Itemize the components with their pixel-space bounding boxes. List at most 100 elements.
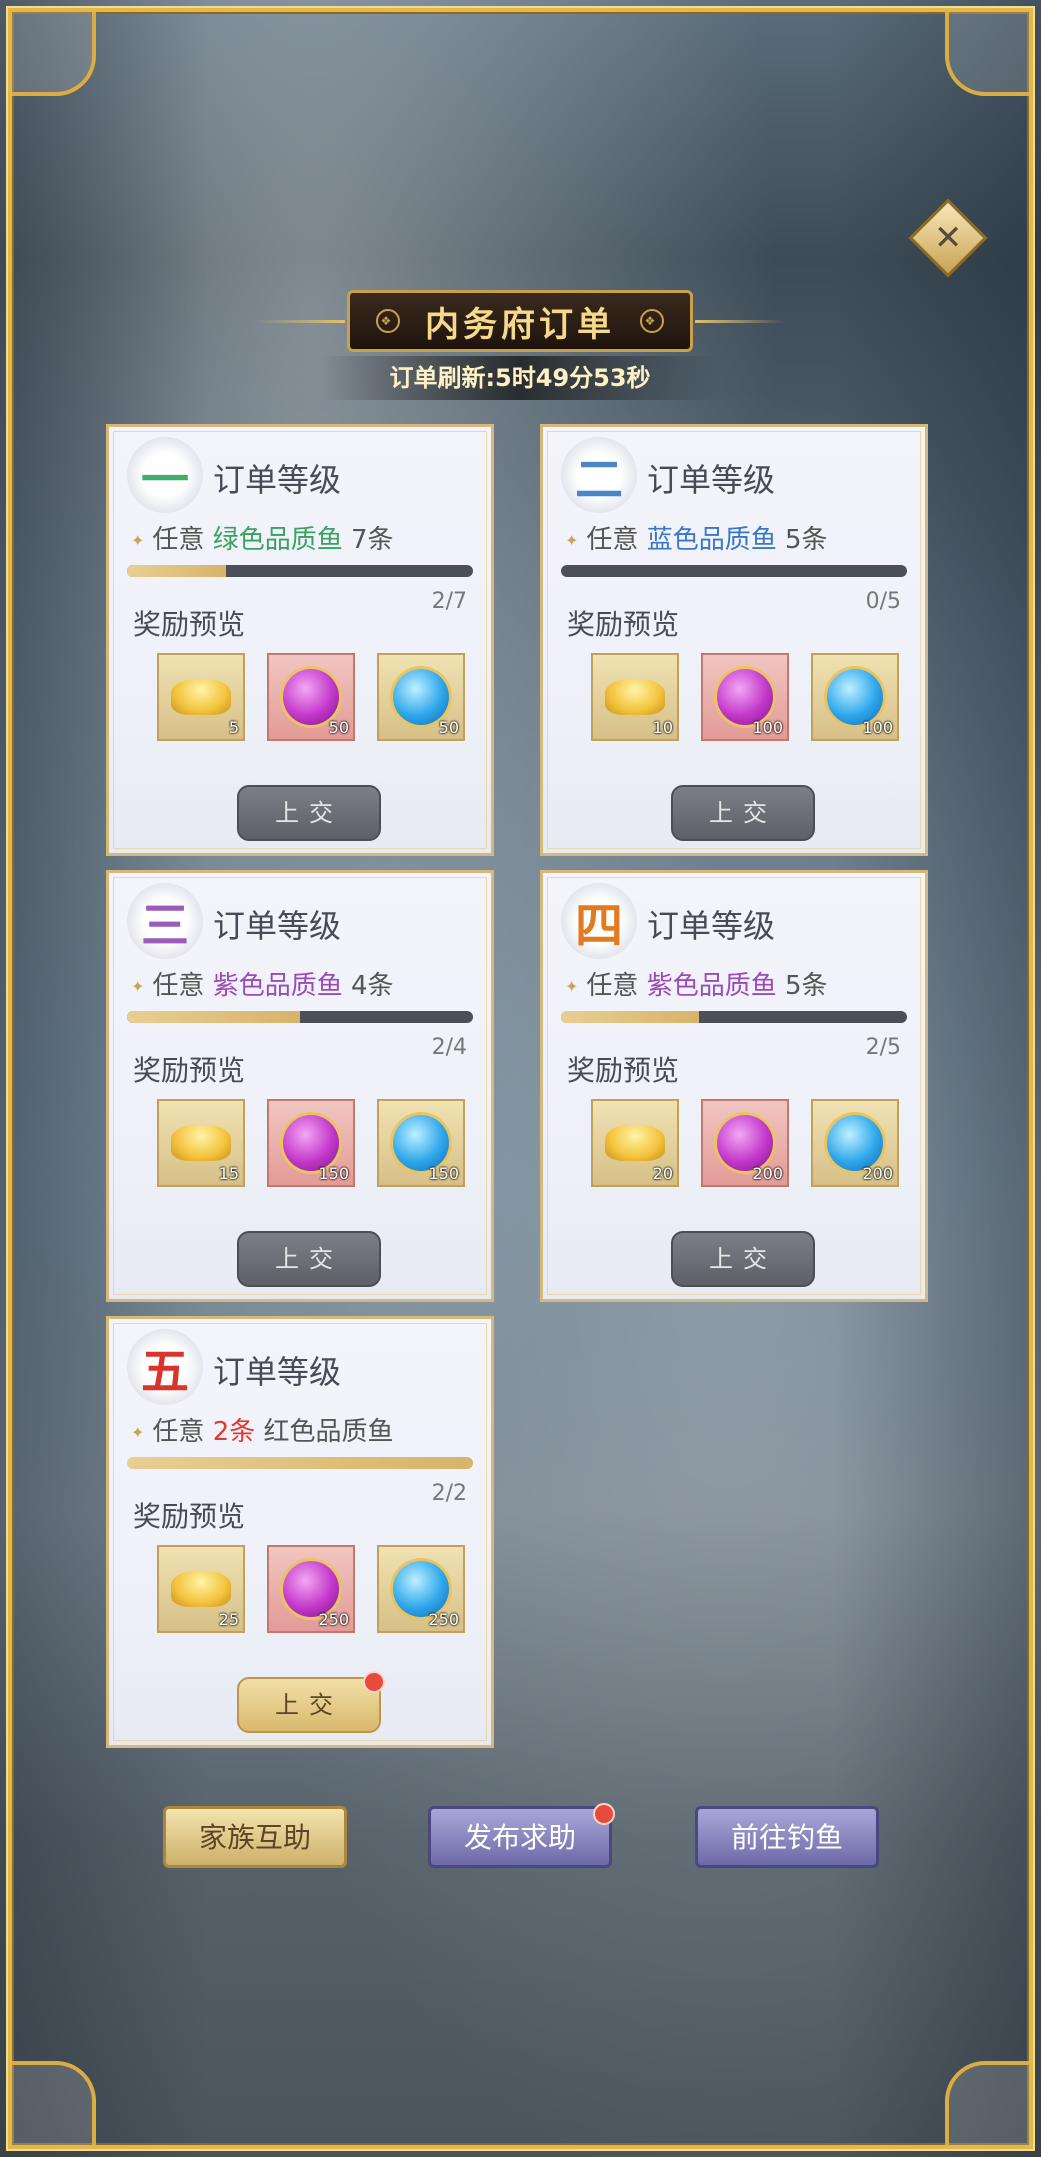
req-quality: 绿色品质鱼 [212, 525, 343, 555]
reward-qty: 50 [438, 718, 459, 737]
order-card: 二 订单等级 ✦ 任意 蓝色品质鱼 5条 奖励预览 0/5 10 100 100 … [540, 424, 928, 856]
submit-button[interactable]: 上交 [671, 785, 815, 841]
reward-qty: 10 [652, 718, 673, 737]
reward-item[interactable]: 100 [811, 653, 899, 741]
title-bar: ❖ 内务府订单 ❖ [255, 290, 785, 352]
corner-ornament [945, 2061, 1029, 2145]
progress-bar [127, 565, 473, 577]
req-quality: 红色品质鱼 [263, 1417, 394, 1447]
reward-item[interactable]: 200 [811, 1099, 899, 1187]
order-card: 一 订单等级 ✦ 任意 绿色品质鱼 7条 奖励预览 2/7 5 50 50 上交 [106, 424, 494, 856]
publish-help-button[interactable]: 发布求助 [428, 1803, 615, 1868]
page-title: 内务府订单 [425, 304, 615, 345]
reward-qty: 150 [428, 1164, 459, 1183]
go-fishing-button[interactable]: 前往钓鱼 [695, 1806, 879, 1868]
gold-ingot-icon [171, 1125, 231, 1161]
star-icon: ✦ [131, 977, 145, 996]
progress-text: 0/5 [865, 589, 901, 614]
reward-item[interactable]: 200 [701, 1099, 789, 1187]
gold-ingot-icon [605, 1125, 665, 1161]
reward-item[interactable]: 20 [591, 1099, 679, 1187]
reward-item[interactable]: 10 [591, 653, 679, 741]
reward-item[interactable]: 250 [267, 1545, 355, 1633]
order-requirement: ✦ 任意 2条 红色品质鱼 [131, 1417, 394, 1447]
reward-list: 5 50 50 [157, 653, 465, 741]
level-seal: 一 [127, 437, 203, 513]
submit-button[interactable]: 上交 [237, 785, 381, 841]
reward-qty: 5 [228, 718, 239, 737]
reward-qty: 25 [218, 1610, 239, 1629]
order-requirement: ✦ 任意 紫色品质鱼 4条 [131, 971, 394, 1001]
level-title: 订单等级 [647, 461, 776, 499]
blue-orb-icon [393, 1115, 449, 1171]
submit-button[interactable]: 上交 [671, 1231, 815, 1287]
progress-text: 2/5 [865, 1035, 901, 1060]
gold-ingot-icon [605, 679, 665, 715]
notification-dot [363, 1671, 385, 1693]
reward-label: 奖励预览 [133, 1500, 246, 1533]
star-icon: ✦ [131, 1423, 145, 1442]
reward-qty: 250 [428, 1610, 459, 1629]
level-title: 订单等级 [647, 907, 776, 945]
reward-label: 奖励预览 [133, 608, 246, 641]
reward-item[interactable]: 5 [157, 653, 245, 741]
purple-orb-icon [283, 1115, 339, 1171]
reward-qty: 100 [862, 718, 893, 737]
reward-item[interactable]: 250 [377, 1545, 465, 1633]
reward-label: 奖励预览 [567, 608, 680, 641]
gold-ingot-icon [171, 1571, 231, 1607]
family-help-button[interactable]: 家族互助 [163, 1806, 347, 1868]
order-card: 五 订单等级 ✦ 任意 2条 红色品质鱼 奖励预览 2/2 25 250 250 … [106, 1316, 494, 1748]
star-icon: ✦ [565, 977, 579, 996]
reward-list: 10 100 100 [591, 653, 899, 741]
level-seal: 五 [127, 1329, 203, 1405]
purple-orb-icon [717, 1115, 773, 1171]
reward-item[interactable]: 150 [267, 1099, 355, 1187]
notification-dot [593, 1803, 615, 1825]
submit-button[interactable]: 上交 [237, 1671, 385, 1733]
req-quality: 紫色品质鱼 [646, 971, 777, 1001]
reward-list: 20 200 200 [591, 1099, 899, 1187]
reward-item[interactable]: 25 [157, 1545, 245, 1633]
reward-label: 奖励预览 [133, 1054, 246, 1087]
reward-item[interactable]: 50 [377, 653, 465, 741]
req-quality: 紫色品质鱼 [212, 971, 343, 1001]
knot-icon: ❖ [640, 309, 664, 333]
req-count: 5条 [784, 525, 828, 555]
progress-bar [127, 1457, 473, 1469]
blue-orb-icon [393, 669, 449, 725]
corner-ornament [945, 12, 1029, 96]
star-icon: ✦ [565, 531, 579, 550]
reward-qty: 200 [862, 1164, 893, 1183]
reward-qty: 15 [218, 1164, 239, 1183]
order-card: 三 订单等级 ✦ 任意 紫色品质鱼 4条 奖励预览 2/4 15 150 150 … [106, 870, 494, 1302]
submit-button[interactable]: 上交 [237, 1231, 381, 1287]
order-requirement: ✦ 任意 绿色品质鱼 7条 [131, 525, 394, 555]
reward-list: 25 250 250 [157, 1545, 465, 1633]
corner-ornament [12, 2061, 96, 2145]
level-title: 订单等级 [213, 461, 342, 499]
reward-item[interactable]: 50 [267, 653, 355, 741]
reward-qty: 150 [318, 1164, 349, 1183]
req-count: 4条 [350, 971, 394, 1001]
blue-orb-icon [393, 1561, 449, 1617]
progress-bar [561, 1011, 907, 1023]
level-seal: 四 [561, 883, 637, 959]
level-seal: 二 [561, 437, 637, 513]
reward-qty: 200 [752, 1164, 783, 1183]
level-title: 订单等级 [213, 1353, 342, 1391]
reward-qty: 250 [318, 1610, 349, 1629]
purple-orb-icon [717, 669, 773, 725]
reward-item[interactable]: 15 [157, 1099, 245, 1187]
req-count: 7条 [350, 525, 394, 555]
order-card: 四 订单等级 ✦ 任意 紫色品质鱼 5条 奖励预览 2/5 20 200 200 … [540, 870, 928, 1302]
reward-item[interactable]: 100 [701, 653, 789, 741]
progress-bar [127, 1011, 473, 1023]
order-requirement: ✦ 任意 蓝色品质鱼 5条 [565, 525, 828, 555]
reward-item[interactable]: 150 [377, 1099, 465, 1187]
reward-qty: 20 [652, 1164, 673, 1183]
req-count: 2条 [212, 1417, 256, 1447]
blue-orb-icon [827, 669, 883, 725]
progress-bar [561, 565, 907, 577]
close-x-icon: ✕ [933, 218, 963, 258]
